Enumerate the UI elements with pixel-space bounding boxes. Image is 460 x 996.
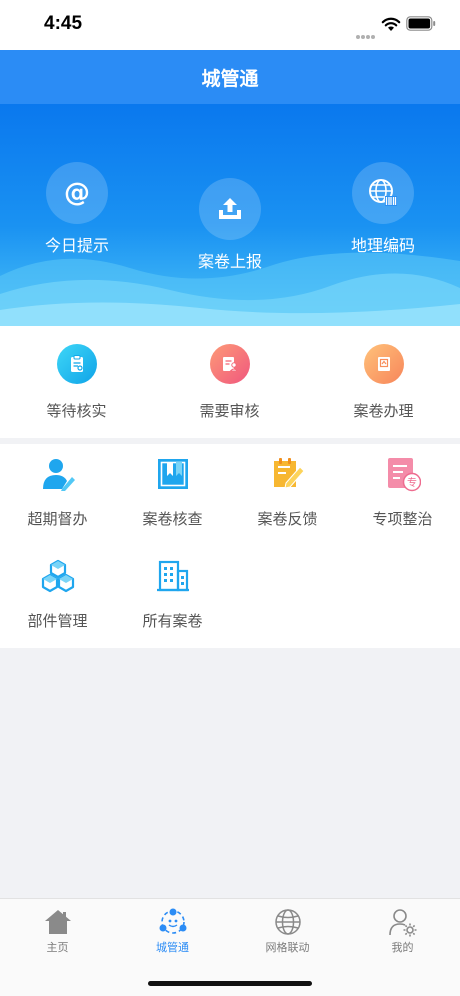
globe-barcode-icon <box>352 162 414 224</box>
grid-label: 案卷核查 <box>142 510 203 528</box>
bookmark-book-icon <box>157 459 188 489</box>
grid-label: 专项整治 <box>372 510 433 528</box>
grid-item-overdue[interactable]: 超期督办 <box>0 456 115 529</box>
page-title: 城管通 <box>201 67 259 90</box>
tab-label: 城管通 <box>156 941 189 954</box>
document-person-icon <box>209 344 250 384</box>
archive-icon <box>363 344 404 384</box>
signal-icon <box>356 24 376 39</box>
task-label: 需要审核 <box>199 402 260 420</box>
tab-grid-linkage[interactable]: 网格联动 <box>230 907 345 955</box>
task-item-await-verify[interactable]: 等待核实 <box>0 344 153 421</box>
home-indicator <box>148 981 312 986</box>
grid-item-case-check[interactable]: 案卷核查 <box>115 456 230 529</box>
hero-item-today-tips[interactable]: @ 今日提示 <box>17 162 137 256</box>
tab-home[interactable]: 主页 <box>0 907 115 955</box>
grid-item-component-mgmt[interactable]: 部件管理 <box>0 558 115 631</box>
task-item-need-review[interactable]: 需要审核 <box>153 344 306 421</box>
status-bar: 4:45 <box>0 0 460 50</box>
svg-text:专: 专 <box>407 476 417 489</box>
tab-label: 我的 <box>391 941 414 954</box>
svg-text:@: @ <box>64 178 90 208</box>
hero-banner: @ 今日提示 案卷上报 地理编码 <box>0 104 460 326</box>
hero-item-report[interactable]: 案卷上报 <box>170 178 290 272</box>
status-time: 4:45 <box>44 13 83 34</box>
wifi-icon <box>381 17 401 31</box>
tab-label: 主页 <box>46 941 69 954</box>
at-icon: @ <box>46 162 108 224</box>
tab-chengguantong[interactable]: 城管通 <box>115 907 230 955</box>
grid-label: 所有案卷 <box>142 612 203 630</box>
task-item-case-handle[interactable]: 案卷办理 <box>307 344 460 421</box>
grid-label: 案卷反馈 <box>257 510 318 528</box>
cubes-icon <box>41 559 74 593</box>
hero-item-geocode[interactable]: 地理编码 <box>323 162 443 256</box>
note-pencil-icon <box>273 458 305 489</box>
task-label: 等待核实 <box>46 402 107 420</box>
grid-label: 部件管理 <box>27 612 88 630</box>
tab-label: 网格联动 <box>265 941 310 954</box>
hero-label: 地理编码 <box>350 236 415 255</box>
task-label: 案卷办理 <box>353 402 414 420</box>
people-network-icon <box>159 908 186 934</box>
task-panel: 等待核实 需要审核 案卷办理 <box>0 326 460 438</box>
building-icon <box>156 560 189 592</box>
nav-bar: 城管通 <box>0 50 460 104</box>
special-document-icon: 专 <box>387 458 421 492</box>
grid-item-all-cases[interactable]: 所有案卷 <box>115 558 230 631</box>
clipboard-icon <box>56 344 97 384</box>
hero-label: 案卷上报 <box>197 252 262 271</box>
grid-item-case-feedback[interactable]: 案卷反馈 <box>230 456 345 529</box>
globe-icon <box>274 909 301 935</box>
grid-label: 超期督办 <box>27 510 88 528</box>
upload-icon <box>199 178 261 240</box>
home-icon <box>44 910 71 934</box>
function-grid: 超期督办 案卷核查 案卷反馈 专 专项整治 部件管理 所有案卷 <box>0 444 460 648</box>
hero-label: 今日提示 <box>44 236 109 255</box>
tab-mine[interactable]: 我的 <box>345 907 460 955</box>
user-edit-icon <box>42 459 75 491</box>
battery-icon <box>406 16 436 31</box>
grid-item-special-rectify[interactable]: 专 专项整治 <box>345 456 460 529</box>
user-settings-icon <box>388 909 416 937</box>
